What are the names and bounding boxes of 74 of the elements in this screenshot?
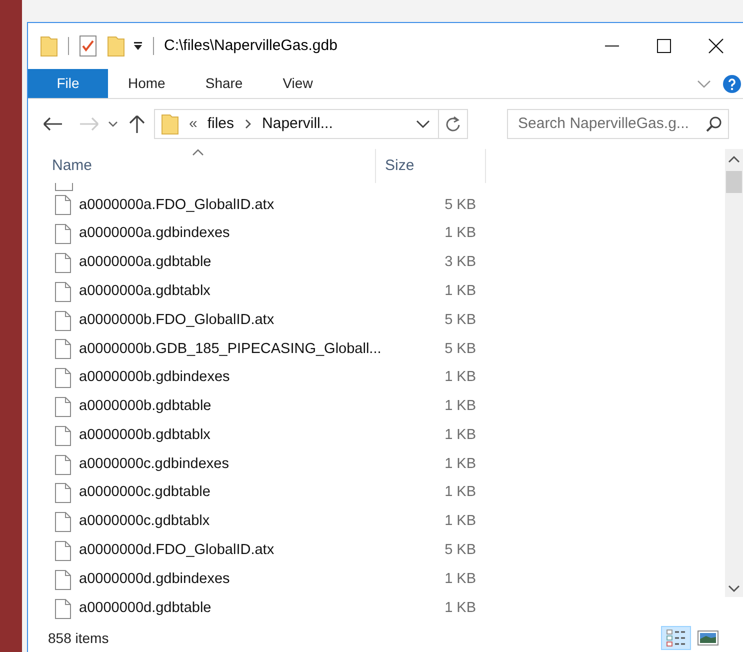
file-size: 1 KB [444, 484, 476, 500]
file-size: 1 KB [444, 398, 476, 414]
file-size: 1 KB [444, 570, 476, 587]
file-name[interactable]: a0000000d.FDO_GlobalID.atx [79, 540, 274, 562]
file-name[interactable]: a0000000b.GDB_185_PIPECASING_Globall... [79, 338, 382, 360]
file-size: 5 KB [444, 312, 476, 328]
search-icon[interactable] [706, 116, 722, 132]
folder-icon [161, 113, 179, 135]
breadcrumb[interactable]: Napervill... [262, 112, 333, 136]
file-size: 3 KB [444, 254, 476, 270]
file-size: 1 KB [444, 369, 476, 386]
file-icon [55, 396, 71, 417]
file-size: 1 KB [444, 426, 476, 443]
file-size: 5 KB [444, 340, 476, 356]
column-header[interactable]: Name [28, 149, 376, 183]
details-view-button[interactable] [661, 626, 691, 650]
scrollbar[interactable] [725, 149, 743, 597]
file-icon [55, 195, 71, 216]
file-name[interactable]: a0000000c.gdbtablx [79, 511, 210, 534]
ribbon-tab[interactable]: File [28, 69, 108, 98]
file-name[interactable]: a0000000a.gdbtablx [79, 280, 210, 303]
file-icon [55, 310, 71, 331]
search-field[interactable]: Search NapervilleGas.g... [507, 109, 729, 139]
properties-icon[interactable] [79, 35, 97, 57]
file-icon [55, 368, 71, 388]
ribbon-tab[interactable]: Home [108, 69, 186, 98]
file-icon [55, 454, 71, 475]
file-name[interactable]: a0000000d.gdbtable [79, 598, 212, 620]
up-arrow-icon[interactable] [128, 114, 146, 134]
window-title: C:\files\NapervilleGas.gdb [164, 36, 338, 56]
address-bar[interactable]: « files Napervill... [154, 109, 468, 139]
ribbon-tab[interactable]: View [262, 69, 333, 98]
back-arrow-icon[interactable] [42, 116, 64, 132]
file-size: 1 KB [444, 456, 476, 472]
column-header[interactable]: Size [376, 149, 486, 183]
overflow-chevrons[interactable]: « [189, 112, 198, 136]
file-icon [55, 339, 71, 360]
file-icon [55, 224, 71, 244]
file-icon [55, 512, 71, 532]
chevron-right-icon[interactable] [244, 119, 252, 129]
file-name[interactable]: a0000000a.gdbindexes [79, 223, 230, 246]
file-size: 5 KB [444, 196, 476, 213]
ribbon-tab[interactable]: Share [185, 69, 263, 98]
file-size: 1 KB [444, 600, 476, 616]
file-icon [55, 282, 71, 302]
file-size: 5 KB [444, 542, 476, 558]
help-icon[interactable] [723, 74, 741, 92]
file-size: 1 KB [444, 513, 476, 530]
file-name[interactable]: a0000000d.gdbindexes [79, 568, 230, 591]
scrollbar-thumb[interactable] [726, 171, 742, 193]
file-size: 1 KB [444, 282, 476, 299]
refresh-icon[interactable] [445, 116, 461, 132]
file-icon [55, 252, 71, 273]
file-name[interactable]: a0000000c.gdbindexes [79, 454, 229, 476]
scroll-down-icon[interactable] [728, 585, 740, 593]
file-icon [55, 598, 71, 619]
file-icon [55, 426, 71, 446]
file-icon [55, 540, 71, 561]
breadcrumb[interactable]: files [207, 112, 234, 136]
file-name[interactable]: a0000000b.gdbtablx [79, 424, 210, 447]
scroll-up-icon[interactable] [728, 155, 740, 163]
file-name[interactable]: a0000000b.FDO_GlobalID.atx [79, 310, 274, 332]
item-count: 858 items [48, 628, 109, 648]
file-name[interactable]: a0000000c.gdbtable [79, 482, 210, 504]
customize-dropdown-icon[interactable] [133, 41, 143, 51]
file-name[interactable]: a0000000b.gdbindexes [79, 367, 230, 390]
file-name[interactable]: a0000000b.gdbtable [79, 396, 212, 418]
chevron-down-icon[interactable] [416, 119, 430, 129]
file-icon [55, 570, 71, 590]
file-name[interactable]: a0000000a.gdbtable [79, 252, 212, 274]
file-name[interactable]: a0000000a.FDO_GlobalID.atx [79, 194, 274, 216]
file-icon [55, 483, 71, 504]
file-size: 1 KB [444, 225, 476, 242]
chevron-down-icon[interactable] [108, 120, 118, 128]
